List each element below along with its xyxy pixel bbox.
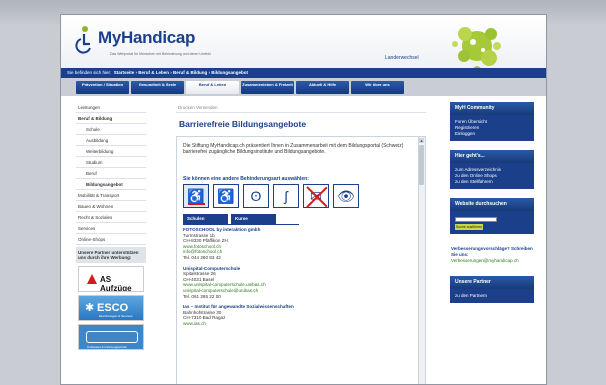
hearing-impairment-icon[interactable]: ʘ bbox=[243, 184, 269, 208]
vehicle-icon bbox=[86, 331, 138, 343]
sidebar-item-ausbildung[interactable]: Ausbildung bbox=[76, 135, 146, 146]
scroll-up-icon[interactable]: ▲ bbox=[419, 138, 424, 143]
search-input[interactable] bbox=[455, 217, 497, 222]
school-tel: Tel. 044 260 83 42 bbox=[183, 254, 221, 260]
content-box: Die Stiftung MyHandicap.ch präsentiert I… bbox=[176, 136, 426, 384]
visual-impairment-icon[interactable]: 👁 bbox=[333, 184, 359, 208]
nav-tab-praevention[interactable]: Prävention / Situation bbox=[76, 81, 129, 94]
sidebar-item-services[interactable]: Services bbox=[76, 223, 146, 234]
sidebar-item-weiterbildung[interactable]: Weiterbildung bbox=[76, 146, 146, 157]
community-box: MyH Community Foren Übersicht Registrier… bbox=[450, 102, 534, 141]
main-nav: Prävention / Situation Gesundheit & Seel… bbox=[61, 78, 546, 96]
speech-impairment-icon[interactable]: ʃ bbox=[273, 184, 299, 208]
disability-type-icons: ♿ ♿ ʘ ʃ ✉ 👁 bbox=[183, 184, 359, 208]
nav-tab-zusammenleben[interactable]: Zusammenleben & Freizeit bbox=[241, 81, 294, 94]
partner-box-body: zu den Partnern bbox=[450, 289, 534, 303]
language-link[interactable]: Landerwechsel bbox=[385, 55, 419, 61]
partner-vehicle[interactable]: Umbauten & Fahrzeugtechnik bbox=[78, 324, 144, 350]
partner-box-link[interactable]: zu den Partnern bbox=[455, 293, 529, 299]
quicklinks-body: zum Adressverzeichnis zu den Online Shop… bbox=[450, 163, 534, 189]
community-link-login[interactable]: Einloggen bbox=[455, 131, 529, 137]
partner-box-title: Unsere Partner bbox=[450, 276, 534, 289]
sidebar-item-bauen[interactable]: Bauen & Wohnen bbox=[76, 201, 146, 212]
tab-schulen[interactable]: Schulen bbox=[183, 214, 228, 224]
sidebar-item-mobilitaet[interactable]: Mobilität & Transport bbox=[76, 190, 146, 201]
left-sidebar: Leistungen Beruf & Bildung Schule Ausbil… bbox=[76, 102, 146, 353]
suggestion-mail-link[interactable]: Verbesserungen@myhandicap.ch bbox=[451, 258, 519, 263]
sidebar-item-beruf-bildung[interactable]: Beruf & Bildung bbox=[76, 113, 146, 124]
sidebar-item-schule[interactable]: Schule bbox=[76, 124, 146, 135]
school-list: FOTOSCHOOL by interaktion gmbh Turmstras… bbox=[183, 227, 415, 332]
quicklink-stellfahrer[interactable]: zu den Stellfahrern bbox=[455, 179, 529, 185]
nav-tab-gesundheit[interactable]: Gesundheit & Seele bbox=[131, 81, 184, 94]
list-item: Ias – Institut für angewandte Sozialwiss… bbox=[183, 304, 415, 326]
nav-tab-wir[interactable]: Wir über uns bbox=[351, 81, 404, 94]
page-frame: MyHandicap Das Webportal für Menschen mi… bbox=[60, 14, 547, 385]
wheelchair-logo-icon[interactable] bbox=[75, 25, 95, 55]
partner-esco-text: ESCO bbox=[97, 302, 129, 314]
content-scrollbar[interactable]: ▲ bbox=[418, 137, 425, 384]
quicklinks-title: Hier geht's... bbox=[450, 150, 534, 163]
content-tabs: Schulen Kurse bbox=[183, 214, 276, 224]
scroll-thumb[interactable] bbox=[419, 145, 424, 185]
partner-heading: Unsere Partner unterstützen uns durch ih… bbox=[76, 247, 146, 263]
sidebar-item-recht[interactable]: Recht & Soziales bbox=[76, 212, 146, 223]
as-triangle-icon bbox=[87, 274, 97, 284]
sidebar-item-online-shops[interactable]: Online-Shops bbox=[76, 234, 146, 245]
list-item: Unispital-Computerschule Spitalstrasse 2… bbox=[183, 266, 415, 300]
sidebar-item-beruf[interactable]: Beruf bbox=[76, 168, 146, 179]
search-body: Suche ausführen bbox=[450, 211, 534, 234]
search-box: Website durchsuchen Suche ausführen bbox=[450, 198, 534, 234]
active-indicator bbox=[188, 203, 205, 205]
sidebar-item-studium[interactable]: Studium bbox=[76, 157, 146, 168]
choose-label: Sie können eine andere Behinderungsart a… bbox=[183, 176, 309, 182]
school-web-link[interactable]: www.ias.ch bbox=[183, 321, 415, 327]
partner-vehicle-text: Umbauten & Fahrzeugtechnik bbox=[87, 345, 127, 349]
breadcrumb-prefix: Sie befinden sich hier: bbox=[67, 70, 112, 75]
sidebar-item-bildungsangebot[interactable]: Bildungsangebot bbox=[76, 179, 146, 190]
list-item: FOTOSCHOOL by interaktion gmbh Turmstras… bbox=[183, 227, 415, 261]
logo-text[interactable]: MyHandicap bbox=[98, 28, 195, 48]
partner-box: Unsere Partner zu den Partnern bbox=[450, 276, 534, 303]
suggestion-text: Verbesserungsvorschläge? Schreiben Sie u… bbox=[451, 246, 533, 257]
search-title: Website durchsuchen bbox=[450, 198, 534, 211]
tab-kurse[interactable]: Kurse bbox=[231, 214, 276, 224]
school-tel: Tel. 061 265 22 00 bbox=[183, 293, 221, 299]
breadcrumb-path[interactable]: Startseite › Beruf & Leben › Beruf & Bil… bbox=[114, 70, 248, 75]
suggestion-block: Verbesserungsvorschläge? Schreiben Sie u… bbox=[450, 243, 534, 267]
tagline: Das Webportal für Menschen mit Behinderu… bbox=[110, 52, 211, 56]
partner-esco-sub: Einrichtungen & Services bbox=[99, 314, 133, 318]
partner-as-aufzuege[interactable]: AS Aufzüge bbox=[78, 266, 144, 292]
partner-as-text: AS Aufzüge bbox=[100, 275, 132, 292]
main-content: Drucken Versenden Barrierefreie Bildungs… bbox=[176, 102, 426, 384]
intro-text: Die Stiftung MyHandicap.ch präsentiert I… bbox=[183, 143, 404, 156]
right-sidebar: MyH Community Foren Übersicht Registrier… bbox=[450, 102, 534, 312]
quicklinks-box: Hier geht's... zum Adressverzeichnis zu … bbox=[450, 150, 534, 189]
nav-tab-beruf[interactable]: Beruf & Leben bbox=[186, 81, 239, 94]
community-title: MyH Community bbox=[450, 102, 534, 115]
tab-divider bbox=[183, 224, 299, 225]
partner-esco[interactable]: ✱ ESCO Einrichtungen & Services bbox=[78, 295, 144, 321]
page-title: Barrierefreie Bildungsangebote bbox=[179, 119, 307, 129]
nav-tab-aktuell[interactable]: Aktuell & Hilfe bbox=[296, 81, 349, 94]
page-tools[interactable]: Drucken Versenden bbox=[176, 102, 426, 113]
community-body: Foren Übersicht Registrieren Einloggen bbox=[450, 115, 534, 141]
breadcrumb: Sie befinden sich hier: Startseite › Ber… bbox=[61, 68, 546, 78]
mental-impairment-icon[interactable]: ✉ bbox=[303, 184, 329, 208]
esco-star-icon: ✱ bbox=[85, 302, 95, 314]
sidebar-item-leistungen[interactable]: Leistungen bbox=[76, 102, 146, 113]
wheelchair-icon[interactable]: ♿ bbox=[213, 184, 239, 208]
search-button[interactable]: Suche ausführen bbox=[455, 224, 483, 230]
mobility-impairment-icon[interactable]: ♿ bbox=[183, 184, 209, 208]
site-header: MyHandicap Das Webportal für Menschen mi… bbox=[61, 15, 546, 74]
